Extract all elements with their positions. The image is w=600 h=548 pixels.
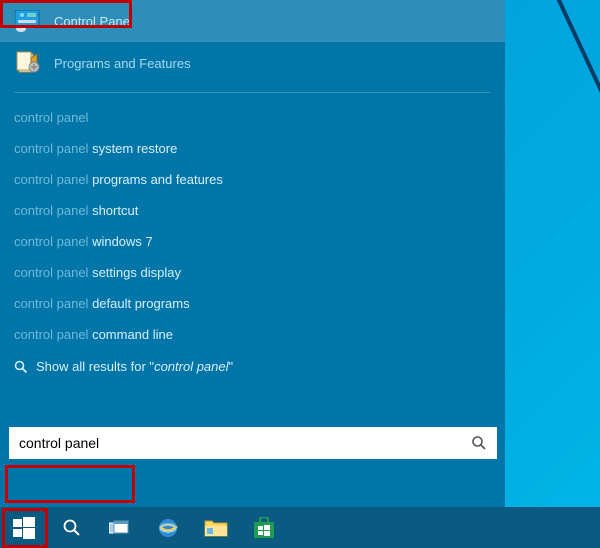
suggestion-item[interactable]: control panel windows 7 bbox=[14, 227, 505, 256]
windows-logo-icon bbox=[13, 517, 35, 539]
search-suggestions-list: control panel control panel system resto… bbox=[0, 103, 505, 349]
taskbar-ie-button[interactable] bbox=[144, 507, 192, 548]
result-control-panel[interactable]: Control Panel bbox=[0, 0, 505, 42]
internet-explorer-icon bbox=[156, 516, 180, 540]
search-box[interactable] bbox=[9, 427, 497, 459]
taskbar-file-explorer-button[interactable] bbox=[192, 507, 240, 548]
task-view-icon bbox=[109, 519, 131, 537]
taskbar-store-button[interactable] bbox=[240, 507, 288, 548]
result-label: Programs and Features bbox=[54, 56, 191, 71]
suggestion-item[interactable]: control panel default programs bbox=[14, 289, 505, 318]
search-icon bbox=[471, 435, 487, 451]
suggestion-item[interactable]: control panel shortcut bbox=[14, 196, 505, 225]
show-all-results[interactable]: Show all results for "control panel" bbox=[0, 349, 505, 384]
suggestion-item[interactable]: control panel settings display bbox=[14, 258, 505, 287]
taskbar-search-button[interactable] bbox=[48, 507, 96, 548]
search-icon bbox=[62, 518, 82, 538]
file-explorer-icon bbox=[204, 518, 228, 538]
suggestion-item[interactable]: control panel bbox=[14, 103, 505, 132]
search-results-panel: Control Panel Programs and Features cont… bbox=[0, 0, 505, 507]
show-all-label: Show all results for "control panel" bbox=[36, 359, 233, 374]
task-view-button[interactable] bbox=[96, 507, 144, 548]
start-button[interactable] bbox=[0, 507, 48, 548]
results-divider bbox=[14, 92, 491, 93]
suggestion-item[interactable]: control panel system restore bbox=[14, 134, 505, 163]
store-icon bbox=[253, 517, 275, 539]
result-programs-features[interactable]: Programs and Features bbox=[0, 42, 505, 84]
search-icon bbox=[14, 360, 28, 374]
control-panel-icon bbox=[14, 7, 42, 35]
search-button[interactable] bbox=[461, 427, 497, 459]
search-input[interactable] bbox=[9, 435, 461, 451]
result-label: Control Panel bbox=[54, 14, 133, 29]
taskbar bbox=[0, 507, 600, 548]
suggestion-item[interactable]: control panel command line bbox=[14, 320, 505, 349]
suggestion-item[interactable]: control panel programs and features bbox=[14, 165, 505, 194]
programs-features-icon bbox=[14, 49, 42, 77]
